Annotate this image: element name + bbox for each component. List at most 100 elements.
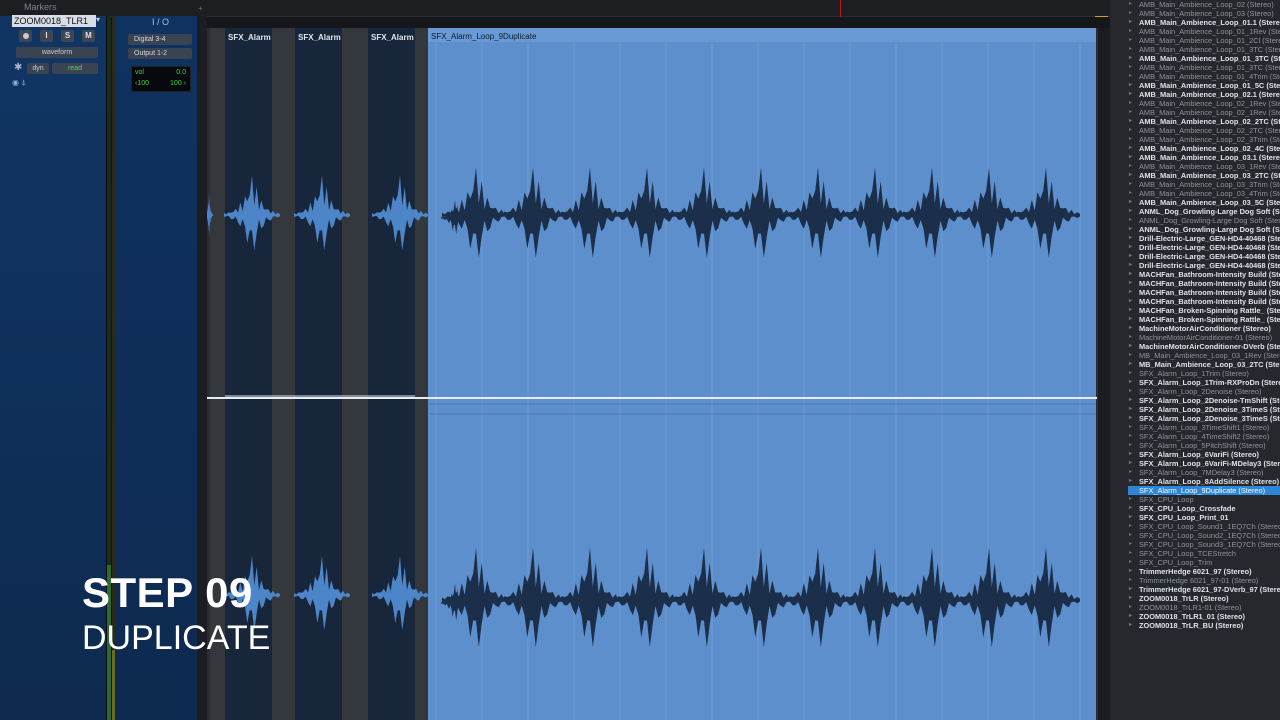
clip-list-item[interactable]: ▸ AMB_Main_Ambience_Loop_02_4C (Stereo) [1128,144,1280,153]
track-name-field[interactable]: ZOOM0018_TLR1 [12,15,96,27]
clip-list-item[interactable]: ▸ AMB_Main_Ambience_Loop_02_1Rev (Stereo) [1128,99,1280,108]
input-monitor-button[interactable]: I [40,30,53,42]
expand-triangle-icon[interactable]: ▸ [1129,45,1132,54]
clip-list-item[interactable]: ▸ SFX_CPU_Loop_Sound3_1EQ7Ch (Stereo) [1128,540,1280,549]
clip-list-item[interactable]: ▸ AMB_Main_Ambience_Loop_02 (Stereo) [1128,0,1280,9]
expand-triangle-icon[interactable]: ▸ [1129,243,1132,252]
expand-triangle-icon[interactable]: ▸ [1129,621,1132,630]
vertical-scrollbar[interactable] [1097,28,1111,720]
expand-triangle-icon[interactable]: ▸ [1129,567,1132,576]
clip-list-item[interactable]: ▸ SFX_Alarm_Loop_7MDelay3 (Stereo) [1128,468,1280,477]
expand-triangle-icon[interactable]: ▸ [1129,351,1132,360]
clip-list-item[interactable]: ▸ SFX_Alarm_Loop_1Trim (Stereo) [1128,369,1280,378]
expand-triangle-icon[interactable]: ▸ [1129,486,1132,495]
expand-triangle-icon[interactable]: ▸ [1129,252,1132,261]
clip-list-item[interactable]: ▸ MACHFan_Bathroom-Intensity Build (Stere… [1128,279,1280,288]
expand-triangle-icon[interactable]: ▸ [1129,9,1132,18]
clip-list-item[interactable]: ▸ SFX_Alarm_Loop_1Trim-RXProDn (Stereo) [1128,378,1280,387]
expand-triangle-icon[interactable]: ▸ [1129,378,1132,387]
expand-triangle-icon[interactable]: ▸ [1129,216,1132,225]
expand-triangle-icon[interactable]: ▸ [1129,135,1132,144]
clip-list-item[interactable]: ▸ MACHFan_Broken-Spinning Rattle_ (Stereo… [1128,315,1280,324]
expand-triangle-icon[interactable]: ▸ [1129,450,1132,459]
expand-triangle-icon[interactable]: ▸ [1129,153,1132,162]
expand-triangle-icon[interactable]: ▸ [1129,225,1132,234]
expand-triangle-icon[interactable]: ▸ [1129,306,1132,315]
volume-value[interactable]: 0.0 [176,69,186,76]
expand-triangle-icon[interactable]: ▸ [1129,270,1132,279]
input-select[interactable]: Digital 3-4 [128,34,192,45]
expand-triangle-icon[interactable]: ▸ [1129,315,1132,324]
clip-list-item[interactable]: ▸ SFX_Alarm_Loop_3TimeShift1 (Stereo) [1128,423,1280,432]
clip-list-item[interactable]: ▸ SFX_Alarm_Loop_9Duplicate (Stereo) [1128,486,1280,495]
clip-list-item[interactable]: ▸ AMB_Main_Ambience_Loop_03_5C (Stereo) [1128,198,1280,207]
clip-list-item[interactable]: ▸ TrimmerHedge 6021_97-01 (Stereo) [1128,576,1280,585]
expand-triangle-icon[interactable]: ▸ [1129,27,1132,36]
clip-list-item[interactable]: ▸ MACHFan_Bathroom-Intensity Build (Stere… [1128,297,1280,306]
clip-list-item[interactable]: ▸ MB_Main_Ambience_Loop_03_1Rev (Stereo) [1128,351,1280,360]
expand-triangle-icon[interactable]: ▸ [1129,423,1132,432]
expand-triangle-icon[interactable]: ▸ [1129,324,1132,333]
clip-list-item[interactable]: ▸ AMB_Main_Ambience_Loop_03_2TC (Stereo) [1128,171,1280,180]
expand-triangle-icon[interactable]: ▸ [1129,180,1132,189]
clip-list-item[interactable]: ▸ MACHFan_Bathroom-Intensity Build (Stere… [1128,270,1280,279]
clip-list-item[interactable]: ▸ AMB_Main_Ambience_Loop_03_4Trim (Stereo… [1128,189,1280,198]
clip-list-item[interactable]: ▸ Drill-Electric-Large_GEN-HD4-40468 (Ste… [1128,243,1280,252]
clip-list-item[interactable]: ▸ AMB_Main_Ambience_Loop_02_2TC (Stereo) [1128,117,1280,126]
record-arm-button[interactable] [19,30,32,42]
markers-ruler[interactable]: Markers + [0,0,1110,29]
clip-list-item[interactable]: ▸ ZOOM0018_TrLR (Stereo) [1128,594,1280,603]
clip-list-item[interactable]: ▸ AMB_Main_Ambience_Loop_01.1 (Stereo) [1128,18,1280,27]
output-select[interactable]: Output 1-2 [128,48,192,59]
expand-triangle-icon[interactable]: ▸ [1129,414,1132,423]
clip-list-item[interactable]: ▸ TrimmerHedge 6021_97 (Stereo) [1128,567,1280,576]
expand-triangle-icon[interactable]: ▸ [1129,369,1132,378]
clip-list-item[interactable]: ▸ SFX_Alarm_Loop_4TimeShift2 (Stereo) [1128,432,1280,441]
expand-triangle-icon[interactable]: ▸ [1129,36,1132,45]
clip-list-item[interactable]: ▸ SFX_Alarm_Loop_2Denoise (Stereo) [1128,387,1280,396]
clip-list-item[interactable]: ▸ AMB_Main_Ambience_Loop_03 (Stereo) [1128,9,1280,18]
clip-list-item[interactable]: ▸ AMB_Main_Ambience_Loop_01_5C (Stereo) [1128,81,1280,90]
expand-triangle-icon[interactable]: ▸ [1129,18,1132,27]
expand-triangle-icon[interactable]: ▸ [1129,585,1132,594]
clip-list-item[interactable]: ▸ MACHFan_Broken-Spinning Rattle_ (Stereo… [1128,306,1280,315]
expand-triangle-icon[interactable]: ▸ [1129,108,1132,117]
expand-triangle-icon[interactable]: ▸ [1129,477,1132,486]
clip-list-item[interactable]: ▸ SFX_CPU_Loop_Trim [1128,558,1280,567]
timebase-selector[interactable]: dyn [27,63,49,74]
clip-list-item[interactable]: ▸ AMB_Main_Ambience_Loop_01_3TC (Stereo) [1128,54,1280,63]
clip-list-item[interactable]: ▸ ZOOM0018_TrLR1_01 (Stereo) [1128,612,1280,621]
expand-triangle-icon[interactable]: ▸ [1129,288,1132,297]
expand-triangle-icon[interactable]: ▸ [1129,90,1132,99]
expand-triangle-icon[interactable]: ▸ [1129,144,1132,153]
clip-list-item[interactable]: ▸ AMB_Main_Ambience_Loop_01_3TC (Stereo) [1128,63,1280,72]
expand-triangle-icon[interactable]: ▸ [1129,207,1132,216]
elastic-audio-icon[interactable]: ✱ [14,62,22,73]
mute-button[interactable]: M [82,30,95,42]
clip-list-item[interactable]: ▸ AMB_Main_Ambience_Loop_02_3Trim (Stereo… [1128,135,1280,144]
timeline-strip[interactable] [200,17,1110,28]
clip-list-item[interactable]: ▸ MachineMotorAirConditioner (Stereo) [1128,324,1280,333]
clip-list-item[interactable]: ▸ SFX_Alarm_Loop_2Denoise-TmShift (Stereo… [1128,396,1280,405]
expand-triangle-icon[interactable]: ▸ [1129,504,1132,513]
clip-list-item[interactable]: ▸ ANML_Dog_Growling-Large Dog Soft (Stere… [1128,216,1280,225]
track-name-dropdown-icon[interactable]: ▾ [96,15,100,24]
expand-triangle-icon[interactable]: ▸ [1129,495,1132,504]
clip-list-item[interactable]: ▸ AMB_Main_Ambience_Loop_02_1Rev (Stereo) [1128,108,1280,117]
expand-triangle-icon[interactable]: ▸ [1129,99,1132,108]
clip-list-item[interactable]: ▸ MachineMotorAirConditioner-01 (Stereo) [1128,333,1280,342]
expand-triangle-icon[interactable]: ▸ [1129,468,1132,477]
clip-list-item[interactable]: ▸ SFX_CPU_Loop_Print_01 [1128,513,1280,522]
clip-list-item[interactable]: ▸ AMB_Main_Ambience_Loop_03_3Trim (Stereo… [1128,180,1280,189]
volume-pan-display[interactable]: vol 0.0 ‹100 100 › [131,66,191,92]
expand-triangle-icon[interactable]: ▸ [1129,279,1132,288]
clip-list-item[interactable]: ▸ SFX_CPU_Loop_Crossfade [1128,504,1280,513]
track-options-icon[interactable]: ◉ ⍋ [12,78,26,88]
clip-list-item[interactable]: ▸ SFX_Alarm_Loop_5PitchShift (Stereo) [1128,441,1280,450]
expand-triangle-icon[interactable]: ▸ [1129,594,1132,603]
expand-triangle-icon[interactable]: ▸ [1129,0,1132,9]
clip-list-item[interactable]: ▸ SFX_Alarm_Loop_8AddSilence (Stereo) [1128,477,1280,486]
expand-triangle-icon[interactable]: ▸ [1129,531,1132,540]
clip-list-item[interactable]: ▸ ZOOM0018_TrLR_BU (Stereo) [1128,621,1280,630]
expand-triangle-icon[interactable]: ▸ [1129,342,1132,351]
